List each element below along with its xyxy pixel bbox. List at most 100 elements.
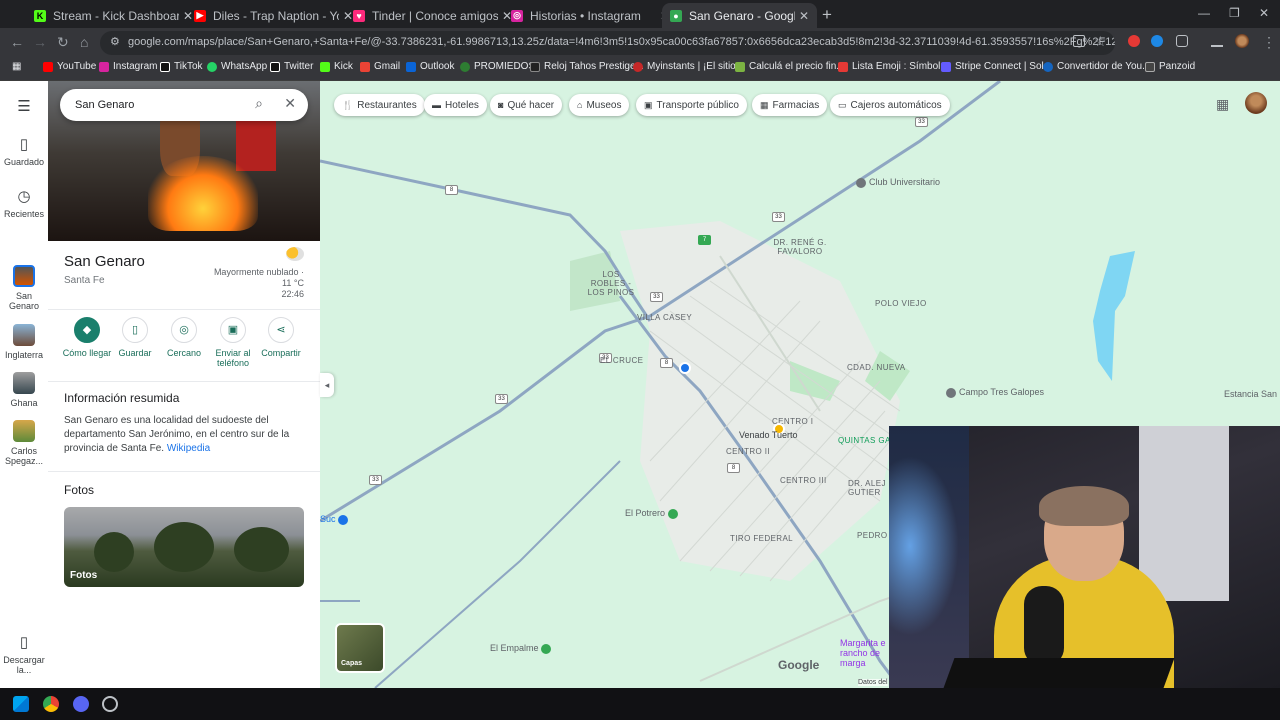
extension-icon[interactable] <box>1151 35 1163 47</box>
rail-item-inglaterra[interactable]: Inglaterra <box>0 324 48 360</box>
bookmark-emoji[interactable]: Lista Emoji : Símbol... <box>838 61 949 72</box>
bookmark-stripe[interactable]: Stripe Connect | Sol... <box>941 61 1052 72</box>
tab-title: San Genaro - Google Maps <box>689 8 795 23</box>
poi-el-potrero[interactable]: El Potrero <box>625 508 681 519</box>
photos-thumbnail[interactable]: Fotos <box>64 507 304 587</box>
tab-kick[interactable]: K Stream - Kick Dashboard ✕ <box>26 3 201 28</box>
close-window-icon[interactable]: ✕ <box>1259 6 1269 20</box>
site-info-icon[interactable]: ⚙ <box>110 35 120 48</box>
search-input[interactable]: San Genaro ⌕ ✕ <box>60 89 308 121</box>
install-app-icon[interactable] <box>1073 35 1085 47</box>
phone-icon: ▯ <box>19 634 29 651</box>
bookmark-promiedos[interactable]: PROMIEDOS <box>460 61 535 72</box>
tab-search-icon[interactable] <box>1211 35 1223 47</box>
bookmark-myinstants[interactable]: Myinstants | ¡El sitio... <box>633 61 744 72</box>
bookmark-gmail[interactable]: Gmail <box>360 61 400 72</box>
search-icon[interactable]: ⌕ <box>255 95 263 112</box>
send-to-phone-icon: ▣ <box>220 317 246 343</box>
tab-tinder[interactable]: ♥Tinder | Conoce amigos y gente✕ <box>345 3 520 28</box>
close-icon[interactable]: ✕ <box>799 9 809 23</box>
chip-pharmacies[interactable]: ▦ Farmacias <box>752 94 828 116</box>
bookmark-label: Lista Emoji : Símbol... <box>852 61 949 72</box>
poi-club-universitario[interactable]: Club Universitario <box>856 177 940 188</box>
send-to-phone-button[interactable]: ▣ Enviar al teléfono <box>208 317 258 368</box>
share-button[interactable]: ⋖ Compartir <box>256 317 306 358</box>
gmail-icon <box>360 61 370 72</box>
bookmark-label: Convertidor de You... <box>1057 61 1151 72</box>
discord-icon[interactable] <box>73 696 89 712</box>
map-attribution[interactable]: Datos del <box>858 679 888 686</box>
poi-sucursal[interactable]: Suc <box>320 514 351 525</box>
chip-atms[interactable]: ▭ Cajeros automáticos <box>830 94 950 116</box>
extension-icon[interactable] <box>1128 35 1140 47</box>
forward-icon[interactable]: → <box>33 34 47 50</box>
divider <box>48 381 320 382</box>
minimize-icon[interactable]: — <box>1198 6 1210 20</box>
bookmarks-bar: ▦ YouTube Instagram TikTok WhatsApp Twit… <box>0 57 1280 81</box>
chip-label: Museos <box>586 99 622 111</box>
bookmark-convertidor[interactable]: Convertidor de You... <box>1043 61 1150 72</box>
extensions-icon[interactable] <box>1176 35 1188 47</box>
bookmark-kick[interactable]: Kick <box>320 61 353 72</box>
poi-el-empalme[interactable]: El Empalme <box>490 643 554 654</box>
reload-icon[interactable]: ↻ <box>57 34 69 51</box>
rail-item-recents[interactable]: ◷ Recientes <box>0 187 48 219</box>
chip-restaurants[interactable]: 🍴 Restaurantes <box>334 94 425 116</box>
poi-marker-icon <box>856 177 866 188</box>
chip-hotels[interactable]: ▬ Hoteles <box>424 94 487 116</box>
new-tab-button[interactable]: + <box>822 5 832 25</box>
maximize-icon[interactable]: ❐ <box>1229 6 1240 20</box>
tab-instagram[interactable]: ◎Historias • Instagram✕ <box>503 3 678 28</box>
poi-campo-tres-galopes[interactable]: Campo Tres Galopes <box>946 387 1044 398</box>
bookmark-star-icon[interactable]: ☆ <box>1094 33 1107 50</box>
rail-item-download-app[interactable]: ▯ Descargar la... <box>0 633 48 675</box>
back-icon[interactable]: ← <box>10 34 24 50</box>
google-apps-icon[interactable]: ▦ <box>1216 96 1229 113</box>
bookmark-whatsapp[interactable]: WhatsApp <box>207 61 267 72</box>
poi-estancia[interactable]: Estancia San <box>1224 389 1277 399</box>
chrome-icon[interactable] <box>43 696 59 712</box>
obs-icon[interactable] <box>102 696 118 712</box>
rail-item-san-genaro[interactable]: San Genaro <box>0 265 48 311</box>
menu-hamburger-icon[interactable]: ☰ <box>0 97 48 115</box>
tab-google-maps[interactable]: ● San Genaro - Google Maps ✕ <box>662 3 817 28</box>
youtube-icon: ▶ <box>194 9 206 22</box>
layers-button[interactable]: Capas <box>335 623 385 673</box>
rail-item-ghana[interactable]: Ghana <box>0 372 48 408</box>
transit-marker-icon[interactable] <box>679 362 691 374</box>
bookmark-label: Instagram <box>113 61 158 72</box>
bookmark-label: YouTube <box>57 61 97 72</box>
rail-item-carlos-spegazzini[interactable]: Carlos Spegaz... <box>0 420 48 466</box>
tab-youtube[interactable]: ▶Diles - Trap Naption - YouTube✕ <box>186 3 361 28</box>
bookmark-twitter[interactable]: Twitter <box>270 61 313 72</box>
weather-temp: 11 °C <box>282 278 304 288</box>
nearby-button[interactable]: ◎ Cercano <box>159 317 209 358</box>
rail-item-saved[interactable]: ▯ Guardado <box>0 135 48 167</box>
profile-avatar[interactable] <box>1235 34 1249 48</box>
save-button[interactable]: ▯ Guardar <box>110 317 160 358</box>
menu-kebab-icon[interactable]: ⋮ <box>1262 34 1276 51</box>
apps-grid-icon[interactable]: ▦ <box>12 61 21 72</box>
chip-things-to-do[interactable]: ◙ Qué hacer <box>490 94 563 116</box>
bookmark-icon: ▯ <box>19 136 29 153</box>
bookmark-instagram[interactable]: Instagram <box>99 61 157 72</box>
bookmark-reloj[interactable]: Reloj Tahos Prestige... <box>530 61 644 72</box>
wikipedia-link[interactable]: Wikipedia <box>167 443 210 454</box>
bookmark-tiktok[interactable]: TikTok <box>160 61 203 72</box>
bookmark-youtube[interactable]: YouTube <box>43 61 96 72</box>
bookmark-outlook[interactable]: Outlook <box>406 61 454 72</box>
home-icon[interactable]: ⌂ <box>80 34 88 50</box>
directions-button[interactable]: ◆ Cómo llegar <box>62 317 112 358</box>
city-label[interactable]: Venado Tuerto <box>739 430 798 440</box>
chip-museums[interactable]: ⌂ Museos <box>569 94 630 116</box>
address-bar[interactable]: ⚙ google.com/maps/place/San+Genaro,+Santa… <box>100 31 1115 55</box>
bookmark-panzoid[interactable]: Panzoid <box>1145 61 1195 72</box>
clear-search-icon[interactable]: ✕ <box>284 95 296 112</box>
restaurant-icon: 🍴 <box>342 99 354 110</box>
bookmark-calcula[interactable]: Calculá el precio fin... <box>735 61 845 72</box>
chip-public-transport[interactable]: ▣ Transporte público <box>636 94 747 116</box>
windows-start-icon[interactable] <box>13 696 29 712</box>
account-avatar[interactable] <box>1245 92 1267 114</box>
place-thumbnail <box>13 265 35 287</box>
collapse-panel-button[interactable]: ◂ <box>320 373 334 397</box>
